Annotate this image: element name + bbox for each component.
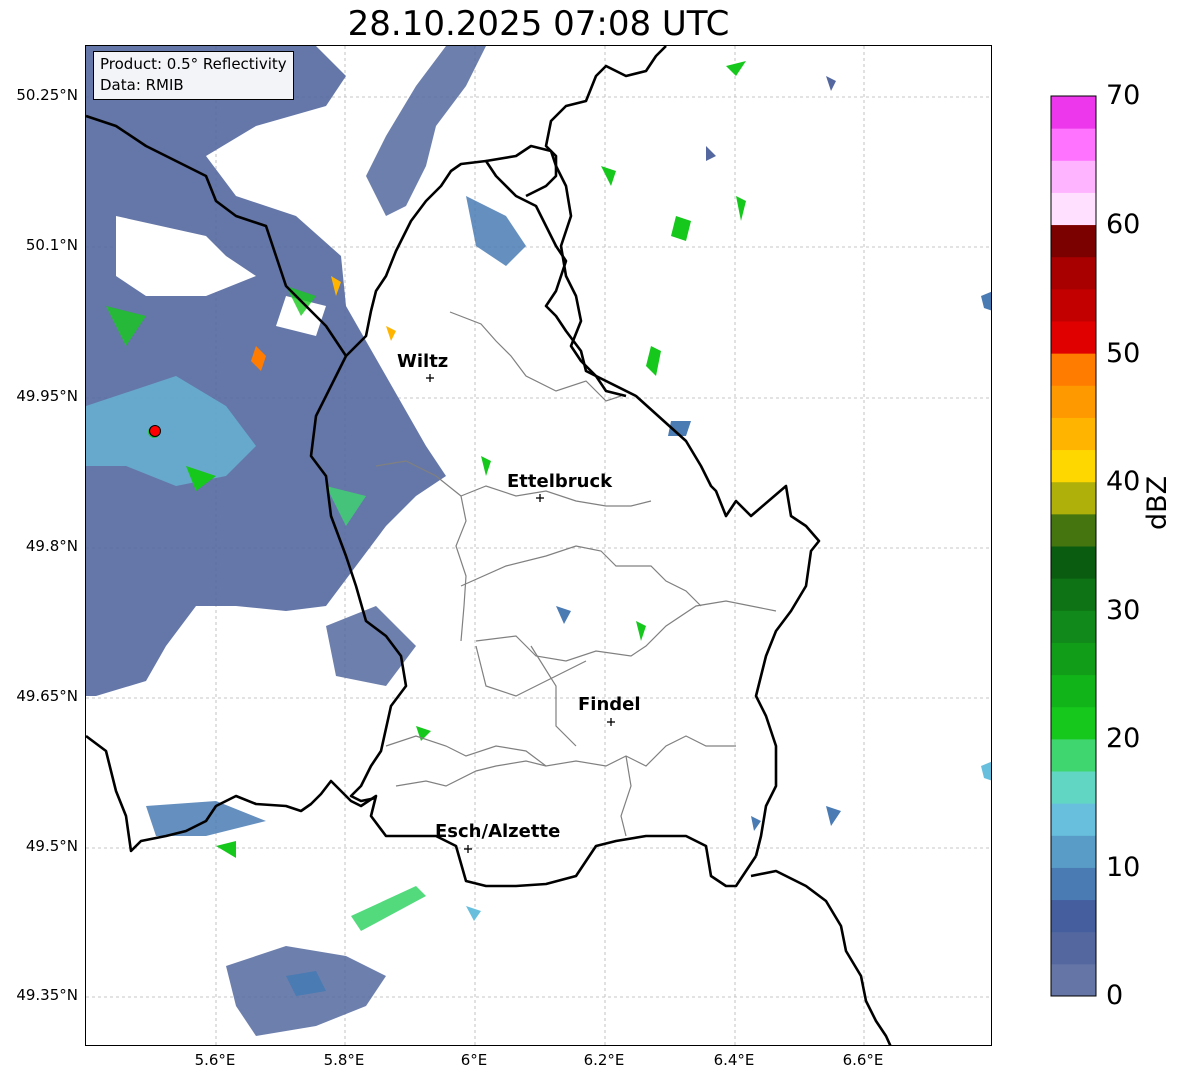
product-info-box: Product: 0.5° Reflectivity Data: RMIB — [93, 51, 294, 100]
colorbar-segment — [1051, 738, 1096, 772]
lat-label: 49.65°N — [16, 687, 78, 705]
colorbar-segment — [1051, 481, 1096, 515]
colorbar-segment — [1051, 513, 1096, 547]
colorbar-segment — [1051, 963, 1096, 997]
colorbar-segment — [1051, 288, 1096, 322]
lat-label: 49.95°N — [16, 387, 78, 405]
reflectivity-echoes — [86, 46, 991, 1036]
city-markers — [426, 374, 615, 853]
colorbar-segment — [1051, 867, 1096, 901]
lon-label: 5.6°E — [194, 1051, 236, 1069]
colorbar-segment — [1051, 192, 1096, 226]
lat-label: 50.25°N — [16, 86, 78, 104]
colorbar-segment — [1051, 610, 1096, 643]
colorbar-segment — [1051, 706, 1096, 740]
radar-map[interactable] — [85, 45, 992, 1046]
product-label: Product: 0.5° Reflectivity — [100, 55, 287, 73]
colorbar-title: dBZ — [1142, 475, 1173, 530]
colorbar-segment — [1051, 578, 1096, 611]
colorbar-segment — [1051, 642, 1096, 676]
colorbar-segment — [1051, 417, 1096, 451]
colorbar-tick-label: 40 — [1106, 466, 1141, 497]
city-marker-wiltz — [426, 374, 434, 382]
colorbar-tick-label: 30 — [1106, 595, 1141, 626]
colorbar-segment — [1051, 546, 1096, 579]
lat-label: 49.8°N — [25, 537, 78, 555]
city-label-esch-alzette: Esch/Alzette — [435, 821, 561, 842]
city-marker-findel — [607, 718, 615, 726]
colorbar-segment — [1051, 449, 1096, 483]
colorbar-segment — [1051, 771, 1096, 804]
colorbar-segment — [1051, 96, 1096, 129]
colorbar-segment — [1051, 385, 1096, 418]
colorbar-segment — [1051, 160, 1096, 193]
city-label-ettelbruck: Ettelbruck — [507, 471, 613, 492]
colorbar-segment — [1051, 353, 1096, 386]
lon-label: 6.6°E — [842, 1051, 884, 1069]
colorbar — [1050, 95, 1097, 997]
colorbar-segment — [1051, 899, 1096, 933]
data-source-label: Data: RMIB — [100, 76, 184, 94]
map-title: 28.10.2025 07:08 UTC — [347, 4, 730, 44]
lat-label: 50.1°N — [25, 236, 78, 254]
colorbar-segment — [1051, 835, 1096, 868]
colorbar-tick-label: 0 — [1106, 980, 1124, 1011]
lat-label: 49.35°N — [16, 986, 78, 1004]
colorbar-segment — [1051, 803, 1096, 836]
colorbar-tick-label: 60 — [1106, 209, 1141, 240]
city-marker-ettelbruck — [536, 494, 544, 502]
colorbar-segment — [1051, 674, 1096, 708]
city-label-findel: Findel — [578, 694, 641, 715]
lon-label: 6.4°E — [713, 1051, 755, 1069]
lat-label: 49.5°N — [25, 837, 78, 855]
colorbar-tick-label: 20 — [1106, 723, 1141, 754]
colorbar-tick-label: 70 — [1106, 80, 1141, 111]
city-marker-esch-alzette — [464, 845, 472, 853]
colorbar-tick-label: 50 — [1106, 338, 1141, 369]
canton-borders — [375, 311, 777, 837]
lon-label: 6°E — [460, 1051, 488, 1069]
lon-label: 5.8°E — [323, 1051, 365, 1069]
colorbar-segment — [1051, 224, 1096, 258]
colorbar-segment — [1051, 128, 1096, 161]
colorbar-segment — [1051, 931, 1096, 965]
colorbar-segment — [1051, 256, 1096, 290]
colorbar-tick-label: 10 — [1106, 852, 1141, 883]
city-label-wiltz: Wiltz — [397, 351, 449, 372]
lon-label: 6.2°E — [583, 1051, 625, 1069]
colorbar-segment — [1051, 321, 1096, 354]
